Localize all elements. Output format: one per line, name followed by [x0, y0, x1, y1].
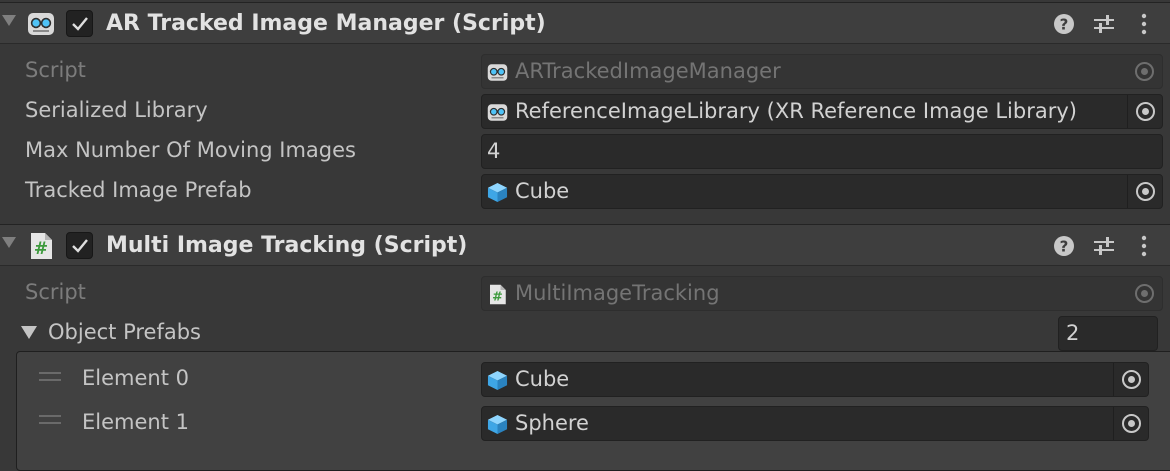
ar-foundation-icon	[27, 10, 55, 38]
serialized-library-field[interactable]: ReferenceImageLibrary (XR Reference Imag…	[481, 94, 1163, 129]
script-label: Script	[25, 280, 86, 304]
object-prefabs-size-value: 2	[1066, 321, 1080, 345]
tracked-image-prefab-value: Cube	[515, 179, 570, 203]
fold-arrow-icon[interactable]	[2, 237, 16, 248]
checkmark-icon	[71, 15, 89, 33]
element-0-label: Element 0	[82, 366, 189, 390]
script-field-value: MultiImageTracking	[515, 281, 720, 305]
object-picker-button	[1127, 55, 1162, 88]
object-picker-icon	[1135, 62, 1154, 81]
object-picker-icon	[1122, 414, 1141, 433]
ar-foundation-icon	[487, 62, 508, 83]
object-picker-button[interactable]	[1127, 175, 1162, 208]
fold-arrow-icon[interactable]	[2, 15, 16, 26]
preset-sliders-icon[interactable]	[1093, 235, 1115, 257]
object-picker-button[interactable]	[1113, 407, 1148, 440]
object-prefabs-label[interactable]: Object Prefabs	[48, 320, 201, 344]
serialized-library-label: Serialized Library	[25, 98, 208, 122]
serialized-library-value: ReferenceImageLibrary (XR Reference Imag…	[515, 99, 1077, 123]
component-title: Multi Image Tracking (Script)	[106, 233, 468, 258]
object-picker-icon	[1135, 284, 1154, 303]
max-moving-images-input[interactable]: 4	[481, 134, 1163, 169]
element-0-field[interactable]: Cube	[481, 362, 1149, 397]
help-icon[interactable]	[1053, 235, 1075, 257]
object-picker-button	[1127, 277, 1162, 310]
component-header-ar-tracked-image-manager[interactable]: AR Tracked Image Manager (Script)	[0, 2, 1170, 44]
tracked-image-prefab-field[interactable]: Cube	[481, 174, 1163, 209]
max-moving-images-value: 4	[487, 139, 501, 163]
object-prefabs-size-input[interactable]: 2	[1058, 316, 1158, 351]
script-label: Script	[25, 58, 86, 82]
object-picker-button[interactable]	[1113, 363, 1148, 396]
preset-sliders-icon[interactable]	[1093, 13, 1115, 35]
script-field-value: ARTrackedImageManager	[515, 59, 781, 83]
element-1-value: Sphere	[515, 411, 589, 435]
enabled-checkbox[interactable]	[66, 232, 93, 259]
prefab-cube-icon	[487, 414, 508, 435]
drag-handle-icon[interactable]	[39, 415, 61, 424]
object-prefabs-fold-arrow-icon[interactable]	[21, 326, 37, 339]
csharp-script-icon	[487, 284, 508, 305]
object-picker-icon	[1136, 102, 1155, 121]
object-picker-button[interactable]	[1127, 95, 1162, 128]
script-field: ARTrackedImageManager	[481, 54, 1163, 89]
kebab-menu-icon[interactable]	[1133, 13, 1155, 35]
csharp-script-icon	[27, 232, 55, 260]
tracked-image-prefab-label: Tracked Image Prefab	[25, 178, 252, 202]
max-moving-images-label: Max Number Of Moving Images	[25, 138, 356, 162]
object-picker-icon	[1136, 182, 1155, 201]
element-1-field[interactable]: Sphere	[481, 406, 1149, 441]
component-header-multi-image-tracking[interactable]: Multi Image Tracking (Script)	[0, 224, 1170, 266]
help-icon[interactable]	[1053, 13, 1075, 35]
object-picker-icon	[1122, 370, 1141, 389]
script-field: MultiImageTracking	[481, 276, 1163, 311]
prefab-cube-icon	[487, 182, 508, 203]
kebab-menu-icon[interactable]	[1133, 235, 1155, 257]
checkmark-icon	[71, 237, 89, 255]
drag-handle-icon[interactable]	[39, 372, 61, 381]
enabled-checkbox[interactable]	[66, 10, 93, 37]
component-title: AR Tracked Image Manager (Script)	[106, 11, 546, 36]
element-1-label: Element 1	[82, 410, 189, 434]
prefab-cube-icon	[487, 370, 508, 391]
ar-foundation-icon	[487, 102, 508, 123]
element-0-value: Cube	[515, 367, 570, 391]
